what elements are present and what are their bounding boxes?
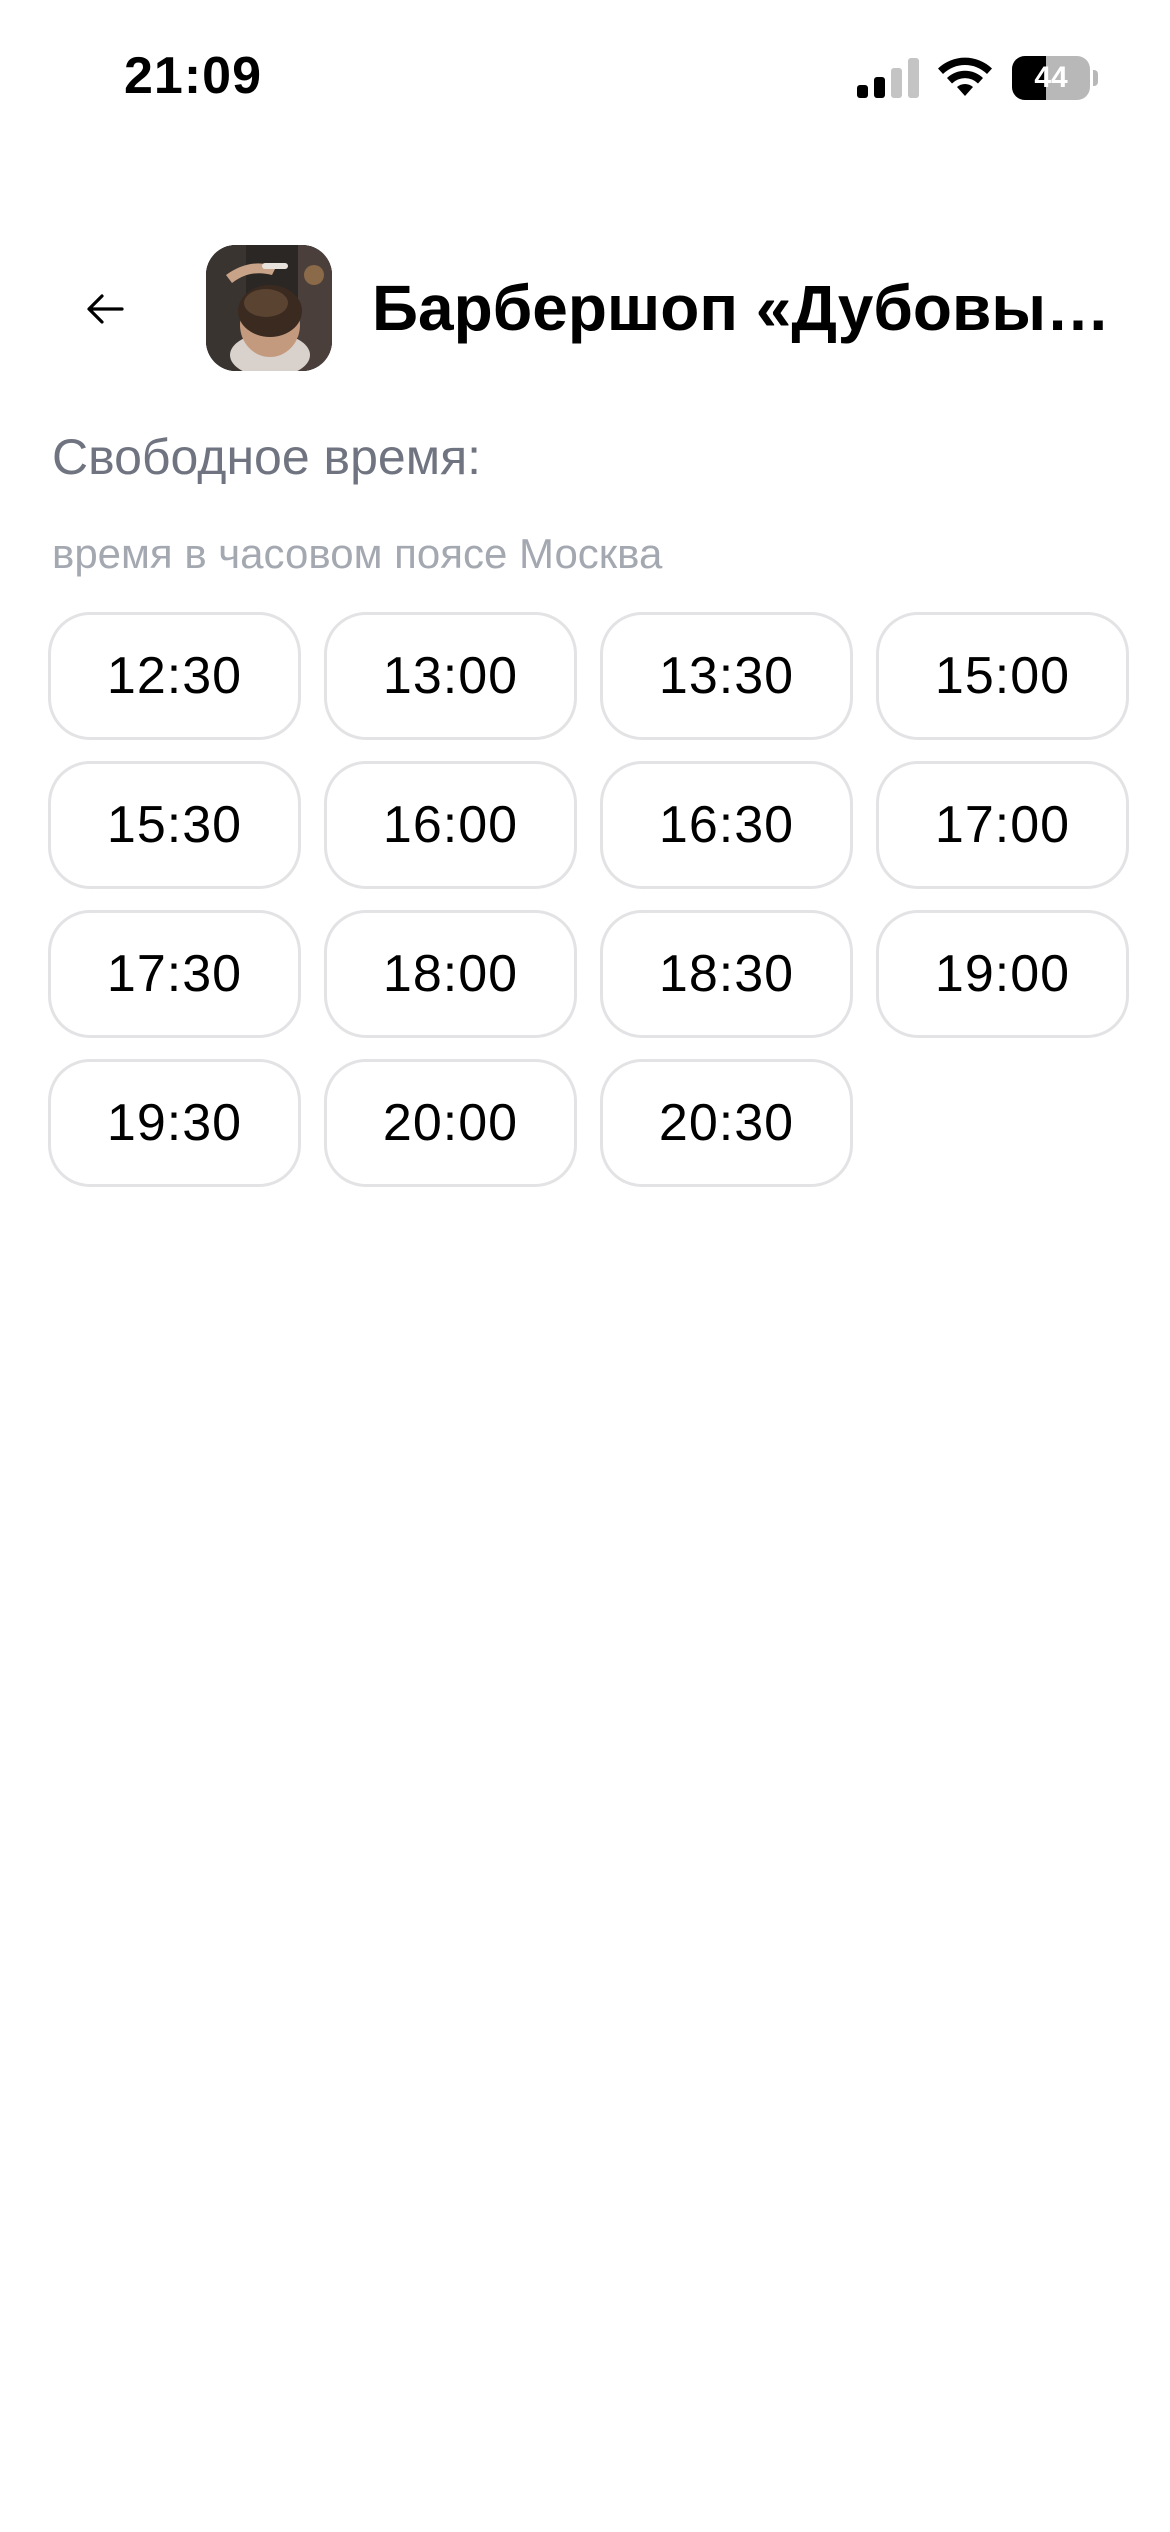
time-slot-button[interactable]: 19:00 (876, 910, 1129, 1038)
timezone-note: время в часовом поясе Москва (52, 530, 663, 577)
time-slot-button[interactable]: 19:30 (48, 1059, 301, 1187)
time-slot-button[interactable]: 17:00 (876, 761, 1129, 889)
time-slot-button[interactable]: 17:30 (48, 910, 301, 1038)
cellular-signal-icon (857, 58, 919, 98)
time-slot-button[interactable]: 13:00 (324, 612, 577, 740)
status-bar: 21:09 44 (0, 0, 1170, 150)
header: Барбершоп «Дубовы… (0, 240, 1170, 375)
status-time: 21:09 (124, 47, 262, 105)
arrow-left-icon (87, 294, 124, 324)
time-slot-button[interactable]: 15:00 (876, 612, 1129, 740)
section-title: Свободное время: (52, 429, 482, 485)
battery-icon: 44 (1012, 56, 1098, 100)
barbershop-avatar (206, 245, 332, 371)
wifi-icon (938, 57, 992, 96)
time-slot-button[interactable]: 12:30 (48, 612, 301, 740)
time-slot-button[interactable]: 16:00 (324, 761, 577, 889)
time-slot-button[interactable]: 20:00 (324, 1059, 577, 1187)
time-slot-button[interactable]: 18:30 (600, 910, 853, 1038)
time-slot-button[interactable]: 16:30 (600, 761, 853, 889)
time-slot-button[interactable]: 13:30 (600, 612, 853, 740)
page-title: Барбершоп «Дубовы… (372, 272, 1110, 344)
time-slot-button[interactable]: 15:30 (48, 761, 301, 889)
back-button[interactable] (66, 270, 144, 348)
time-slot-button[interactable]: 20:30 (600, 1059, 853, 1187)
battery-level: 44 (1034, 61, 1068, 94)
time-slot-button[interactable]: 18:00 (324, 910, 577, 1038)
time-slots-grid: 12:30 13:00 13:30 15:00 15:30 16:00 16:30 17:00… (48, 612, 1134, 1187)
barber-photo-image (206, 245, 332, 371)
